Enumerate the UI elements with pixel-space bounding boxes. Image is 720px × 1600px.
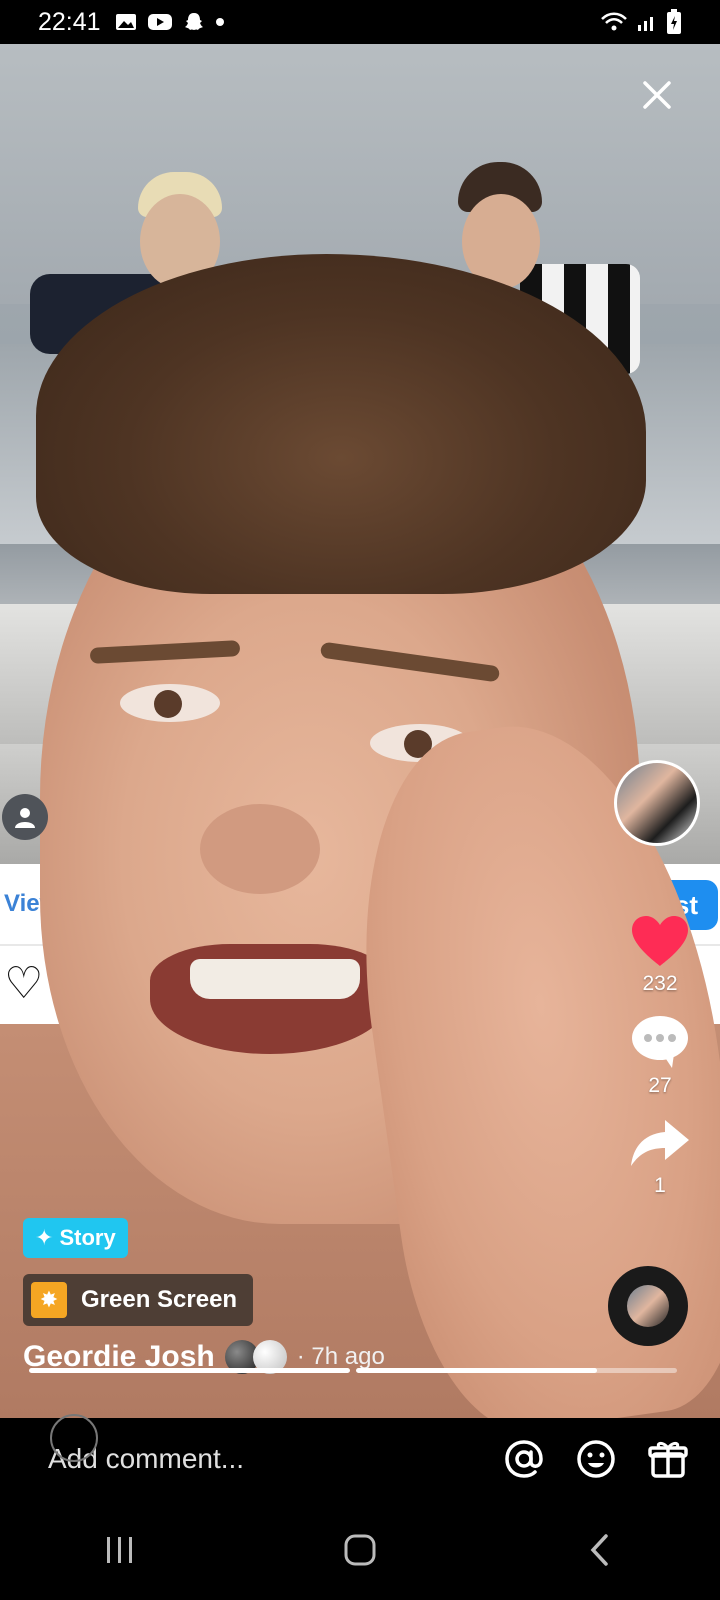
nose [200, 804, 320, 894]
story-viewer[interactable]: View In st ♡ others 232 27 1 [0, 44, 720, 1418]
home-icon [344, 1534, 376, 1566]
story-progress-segment [29, 1368, 350, 1373]
gallery-icon [115, 14, 136, 30]
story-badge[interactable]: ✦ Story [23, 1218, 128, 1258]
story-progress-fill [29, 1368, 350, 1373]
clock: 22:41 [38, 7, 101, 36]
comment-button[interactable]: 27 [630, 1014, 690, 1098]
comment-input[interactable]: Add comment... [48, 1443, 480, 1475]
story-progress [29, 1368, 677, 1373]
share-count: 1 [654, 1174, 666, 1197]
share-arrow-icon [631, 1120, 689, 1166]
touch-indicator [50, 1414, 98, 1462]
gift-icon [648, 1441, 688, 1478]
signal-icon [638, 17, 653, 31]
snapchat-icon [184, 13, 203, 30]
mention-button[interactable] [496, 1431, 552, 1487]
sparkle-icon: ✦ [35, 1225, 54, 1250]
left-eye [120, 684, 220, 722]
story-progress-fill [356, 1368, 597, 1373]
close-button[interactable] [632, 72, 682, 122]
person-icon [15, 808, 35, 828]
post-time: · 7h ago [296, 1343, 385, 1370]
back-icon [590, 1534, 608, 1566]
comment-bubble-icon [632, 1016, 688, 1068]
close-icon [643, 81, 671, 109]
gift-button[interactable] [640, 1431, 696, 1487]
emoji-icon [577, 1440, 615, 1478]
recent-apps-button[interactable] [80, 1520, 160, 1580]
action-column: 232 27 1 [622, 914, 698, 1216]
comment-count: 27 [648, 1074, 672, 1097]
emoji-button[interactable] [568, 1431, 624, 1487]
music-disc[interactable] [608, 1266, 688, 1346]
like-button[interactable]: 232 [630, 914, 690, 996]
youtube-icon [147, 14, 172, 30]
music-disc-cover [627, 1285, 669, 1327]
author-avatar[interactable] [614, 760, 700, 846]
home-button[interactable] [320, 1520, 400, 1580]
dot-icon [215, 18, 224, 26]
teeth [190, 959, 360, 999]
like-count: 232 [642, 972, 678, 995]
share-button[interactable]: 1 [629, 1116, 691, 1198]
comment-bar: Add comment... [0, 1418, 720, 1500]
recent-apps-icon [107, 1537, 132, 1563]
battery-charging-icon [667, 9, 681, 34]
story-badge-label: Story [59, 1225, 116, 1250]
heart-icon [632, 916, 688, 966]
system-nav-bar [0, 1500, 720, 1600]
heart-outline-icon: ♡ [4, 959, 44, 1008]
back-button[interactable] [560, 1520, 640, 1580]
status-bar: 22:41 [0, 0, 720, 44]
at-sign-icon [505, 1440, 543, 1478]
effect-chip[interactable]: ✸ Green Screen [23, 1274, 254, 1326]
wifi-icon [601, 12, 627, 31]
green-screen-effect-icon: ✸ [31, 1282, 67, 1318]
profile-placeholder-button[interactable] [2, 794, 48, 840]
story-progress-segment [356, 1368, 677, 1373]
effect-label: Green Screen [81, 1286, 238, 1313]
